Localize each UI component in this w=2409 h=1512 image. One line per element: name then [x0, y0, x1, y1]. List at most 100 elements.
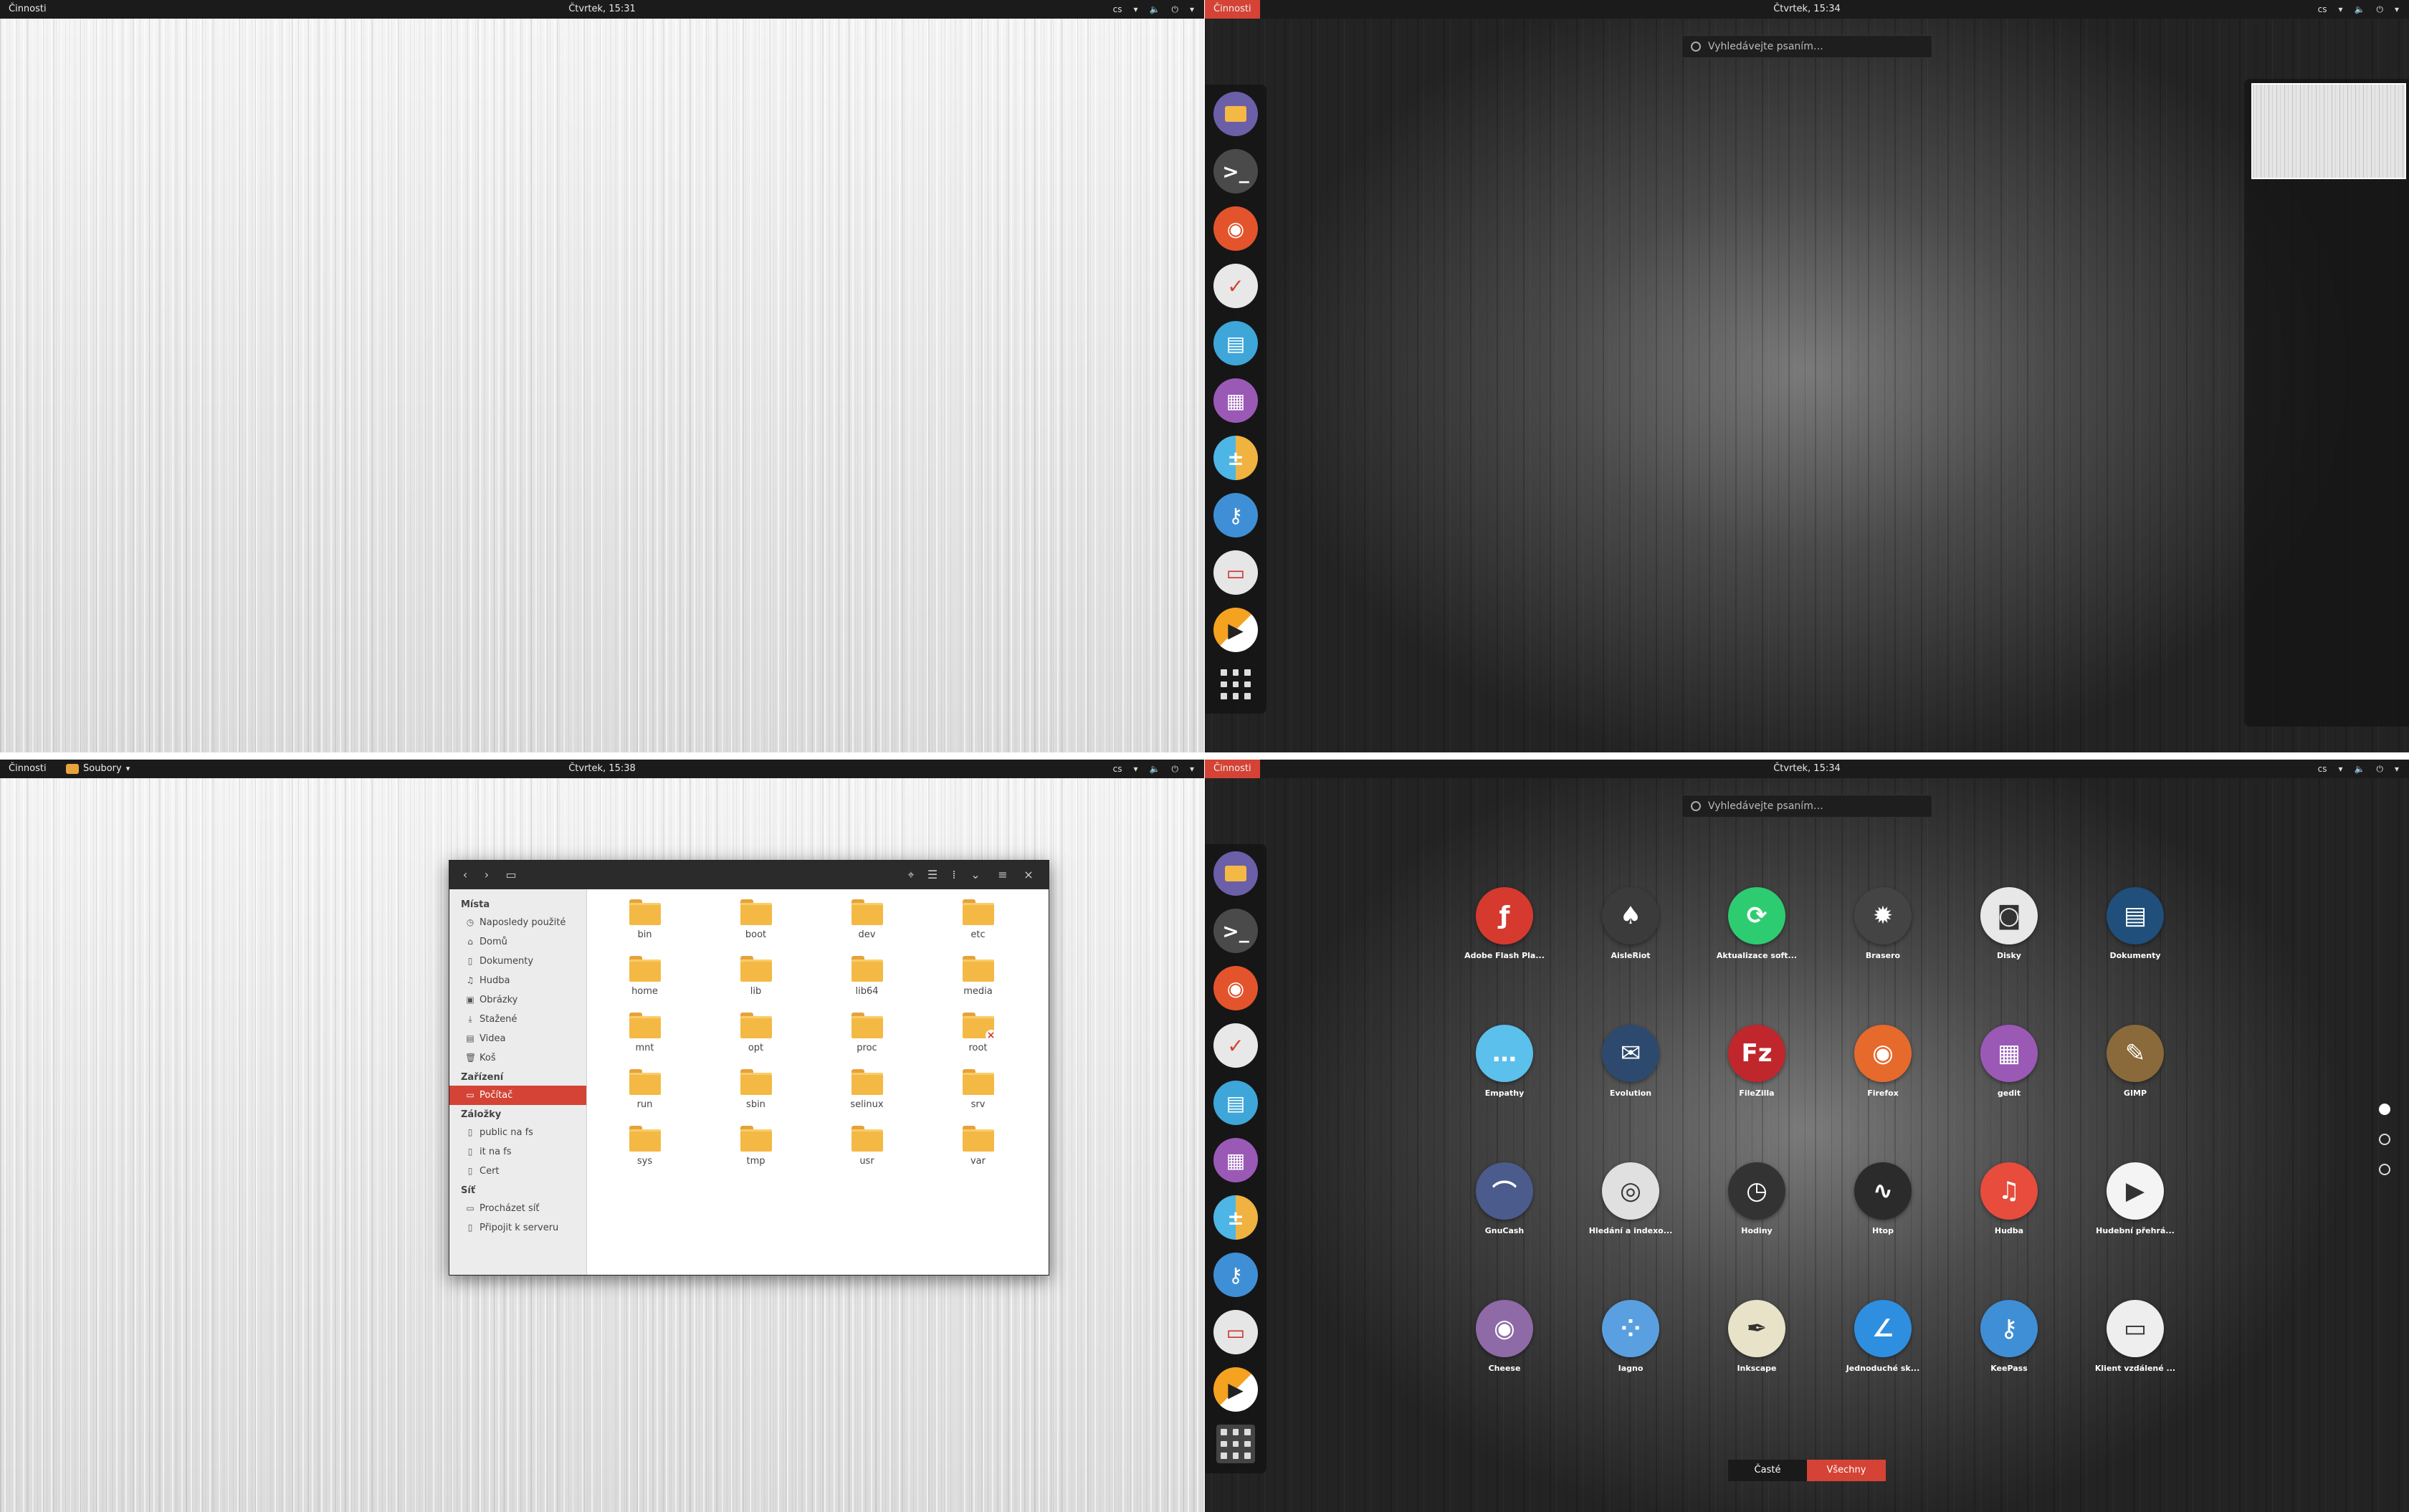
close-icon[interactable]: × — [1020, 866, 1037, 884]
app-launcher[interactable]: ◎ Hledání a indexo... — [1568, 1162, 1694, 1300]
folder-item[interactable]: dev — [811, 899, 922, 956]
app-launcher[interactable]: ✎ GIMP — [2072, 1025, 2198, 1162]
folder-item[interactable]: boot — [700, 899, 811, 956]
workspace-thumbnail[interactable] — [2251, 83, 2406, 179]
app-launcher[interactable]: ✒ Inkscape — [1694, 1300, 1820, 1437]
firefox-icon[interactable]: ◉ — [1213, 966, 1258, 1010]
chevron-down-icon[interactable]: ▾ — [2338, 4, 2342, 14]
chevron-down-icon[interactable]: ▾ — [2395, 764, 2399, 774]
sidebar-item-browse-network[interactable]: ▭ Procházet síť — [449, 1199, 586, 1218]
system-tray[interactable]: cs ▾ 🔈 ⏻ ▾ — [2318, 760, 2399, 778]
grid-view-icon[interactable]: ⁞ — [945, 866, 963, 884]
power-icon[interactable]: ⏻ — [2376, 4, 2383, 15]
sidebar-item-videos[interactable]: ▤ Videa — [449, 1029, 586, 1048]
chevron-down-icon[interactable]: ▾ — [2338, 764, 2342, 774]
app-launcher[interactable]: ✹ Brasero — [1820, 887, 1946, 1025]
keyboard-layout[interactable]: cs — [1113, 764, 1122, 774]
sidebar-item-trash[interactable]: 🗑 Koš — [449, 1048, 586, 1068]
app-launcher[interactable]: ✉ Evolution — [1568, 1025, 1694, 1162]
app-launcher[interactable]: ƒ Adobe Flash Pla... — [1441, 887, 1568, 1025]
app-launcher[interactable]: ◙ Disky — [1946, 887, 2072, 1025]
forward-icon[interactable]: › — [478, 866, 495, 884]
app-launcher[interactable]: ◷ Hodiny — [1694, 1162, 1820, 1300]
page-dot[interactable] — [2379, 1164, 2390, 1175]
folder-item[interactable]: home — [589, 956, 700, 1013]
document-icon[interactable]: ▤ — [1213, 321, 1258, 365]
sidebar-item-recent[interactable]: ◷ Naposledy použité — [449, 913, 586, 932]
folder-item[interactable]: × root — [922, 1013, 1034, 1069]
clock[interactable]: Čtvrtek, 15:34 — [1205, 760, 2409, 778]
page-dot[interactable] — [2379, 1104, 2390, 1115]
chevron-down-icon[interactable]: ⌄ — [967, 866, 984, 884]
chevron-down-icon[interactable]: ▾ — [1133, 764, 1137, 774]
app-launcher[interactable]: Fz FileZilla — [1694, 1025, 1820, 1162]
clock[interactable]: Čtvrtek, 15:34 — [1205, 0, 2409, 19]
text-editor-icon[interactable]: ▦ — [1213, 1138, 1258, 1182]
tasks-icon[interactable]: ✓ — [1213, 264, 1258, 308]
sidebar-item-home[interactable]: ⌂ Domů — [449, 932, 586, 952]
chevron-down-icon[interactable]: ▾ — [1190, 764, 1194, 774]
app-launcher[interactable]: ▤ Dokumenty — [2072, 887, 2198, 1025]
keys-icon[interactable]: ⚷ — [1213, 493, 1258, 537]
folder-item[interactable]: run — [589, 1069, 700, 1126]
calculator-icon[interactable]: ± — [1213, 436, 1258, 480]
menu-icon[interactable]: ≡ — [994, 866, 1011, 884]
system-tray[interactable]: cs ▾ 🔈 ⏻ ▾ — [1113, 0, 1194, 19]
terminal-icon[interactable]: >_ — [1213, 149, 1258, 193]
back-icon[interactable]: ‹ — [457, 866, 474, 884]
document-icon[interactable]: ▤ — [1213, 1081, 1258, 1125]
volume-icon[interactable]: 🔈 — [1150, 4, 1160, 14]
media-player-icon[interactable]: ▶ — [1213, 1367, 1258, 1412]
location-icon[interactable]: ⌖ — [902, 866, 920, 884]
app-launcher[interactable]: ∿ Htop — [1820, 1162, 1946, 1300]
app-launcher[interactable]: ♫ Hudba — [1946, 1162, 2072, 1300]
keys-icon[interactable]: ⚷ — [1213, 1253, 1258, 1297]
search-input[interactable]: Vyhledávejte psaním… — [1681, 35, 1932, 58]
volume-icon[interactable]: 🔈 — [2355, 4, 2365, 14]
app-launcher[interactable]: ◉ Cheese — [1441, 1300, 1568, 1437]
files-icon[interactable] — [1213, 851, 1258, 896]
volume-icon[interactable]: 🔈 — [1150, 764, 1160, 774]
app-launcher[interactable]: ⌒ GnuCash — [1441, 1162, 1568, 1300]
chevron-down-icon[interactable]: ▾ — [1133, 4, 1137, 14]
firefox-icon[interactable]: ◉ — [1213, 206, 1258, 251]
power-icon[interactable]: ⏻ — [1171, 764, 1178, 775]
sidebar-item-bookmark[interactable]: ▯ it na fs — [449, 1142, 586, 1162]
folder-item[interactable]: proc — [811, 1013, 922, 1069]
chevron-down-icon[interactable]: ▾ — [2395, 4, 2399, 14]
sidebar-item-music[interactable]: ♫ Hudba — [449, 971, 586, 990]
page-dot[interactable] — [2379, 1134, 2390, 1145]
keyboard-layout[interactable]: cs — [2318, 764, 2327, 774]
sidebar-item-bookmark[interactable]: ▯ public na fs — [449, 1123, 586, 1142]
calculator-icon[interactable]: ± — [1213, 1195, 1258, 1240]
app-launcher[interactable]: ▦ gedit — [1946, 1025, 2072, 1162]
volume-icon[interactable]: 🔈 — [2355, 764, 2365, 774]
folder-item[interactable]: media — [922, 956, 1034, 1013]
app-launcher[interactable]: ♠ AisleRiot — [1568, 887, 1694, 1025]
folder-item[interactable]: sbin — [700, 1069, 811, 1126]
folder-item[interactable]: lib — [700, 956, 811, 1013]
system-tray[interactable]: cs ▾ 🔈 ⏻ ▾ — [1113, 760, 1194, 778]
app-launcher[interactable]: ⟳ Aktualizace soft... — [1694, 887, 1820, 1025]
folder-item[interactable]: etc — [922, 899, 1034, 956]
system-tray[interactable]: cs ▾ 🔈 ⏻ ▾ — [2318, 0, 2399, 19]
sidebar-item-downloads[interactable]: ⤓ Stažené — [449, 1010, 586, 1029]
folder-item[interactable]: var — [922, 1126, 1034, 1182]
app-launcher[interactable]: ∠ Jednoduché sk... — [1820, 1300, 1946, 1437]
terminal-icon[interactable]: >_ — [1213, 909, 1258, 953]
clock[interactable]: Čtvrtek, 15:31 — [0, 0, 1204, 19]
folder-item[interactable]: mnt — [589, 1013, 700, 1069]
power-icon[interactable]: ⏻ — [1171, 4, 1178, 15]
folder-item[interactable]: sys — [589, 1126, 700, 1182]
sidebar-item-computer[interactable]: ▭ Počítač — [449, 1086, 586, 1105]
frequent-button[interactable]: Časté — [1728, 1460, 1807, 1481]
show-apps-icon[interactable] — [1216, 665, 1255, 704]
app-launcher[interactable]: ⚷ KeePass — [1946, 1300, 2072, 1437]
app-launcher[interactable]: … Empathy — [1441, 1025, 1568, 1162]
text-editor-icon[interactable]: ▦ — [1213, 378, 1258, 423]
clock[interactable]: Čtvrtek, 15:38 — [0, 760, 1204, 778]
folder-item[interactable]: lib64 — [811, 956, 922, 1013]
computer-icon[interactable]: ▭ — [502, 866, 520, 884]
chevron-down-icon[interactable]: ▾ — [1190, 4, 1194, 14]
sidebar-item-bookmark[interactable]: ▯ Cert — [449, 1162, 586, 1181]
